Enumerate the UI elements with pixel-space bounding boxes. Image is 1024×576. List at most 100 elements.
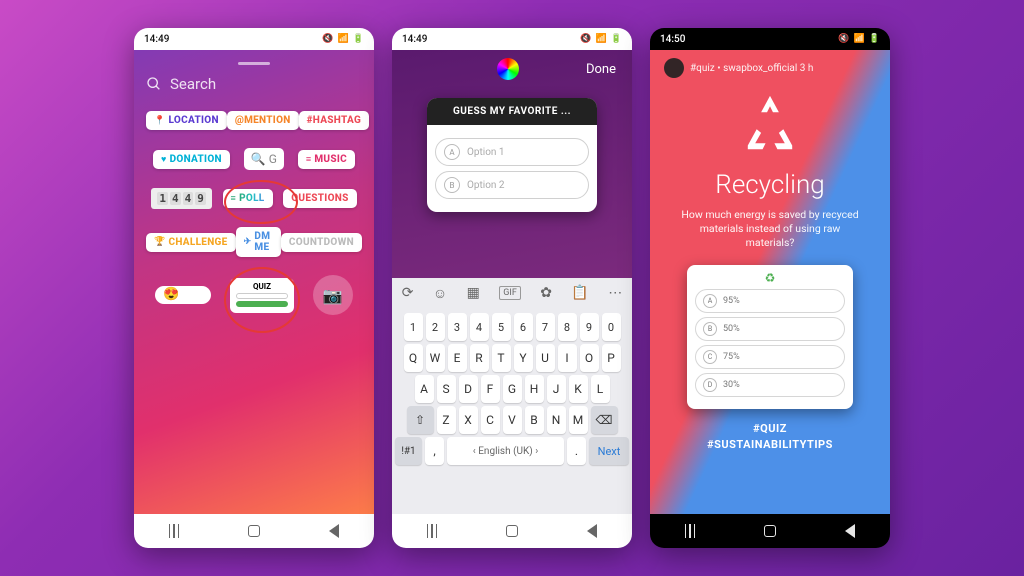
nav-back[interactable] — [845, 524, 855, 538]
key-w[interactable]: W — [426, 344, 445, 372]
key-symbols[interactable]: !#1 — [395, 437, 422, 465]
key-y[interactable]: Y — [514, 344, 533, 372]
key-5[interactable]: 5 — [492, 313, 511, 341]
key-a[interactable]: A — [415, 375, 434, 403]
key-3[interactable]: 3 — [448, 313, 467, 341]
key-p[interactable]: P — [602, 344, 621, 372]
status-bar: 14:49 🔇 📶 🔋 — [134, 28, 374, 50]
key-q[interactable]: Q — [404, 344, 423, 372]
key-c[interactable]: C — [481, 406, 500, 434]
search-input[interactable]: Search — [146, 75, 362, 93]
sticker-questions[interactable]: QUESTIONS — [283, 189, 356, 208]
sticker-gif[interactable]: 🔍 G — [244, 148, 284, 170]
key-l[interactable]: L — [591, 375, 610, 403]
sticker-poll[interactable]: ≡ POLL — [223, 189, 273, 208]
sticker-time[interactable]: 1 4 4 9 — [151, 188, 212, 209]
predict-icon[interactable]: ⟳ — [402, 285, 414, 301]
key-4[interactable]: 4 — [470, 313, 489, 341]
status-icons: 🔇 📶 🔋 — [322, 34, 364, 44]
sticker-countdown[interactable]: COUNTDOWN — [281, 233, 362, 252]
sticker-location[interactable]: 📍 LOCATION — [146, 111, 227, 130]
key-shift[interactable]: ⇧ — [407, 406, 434, 434]
key-6[interactable]: 6 — [514, 313, 533, 341]
quiz-widget[interactable]: GUESS MY FAVORITE ... A Option 1 B Optio… — [427, 98, 597, 212]
story-canvas[interactable]: Done GUESS MY FAVORITE ... A Option 1 B … — [392, 50, 632, 278]
key-8[interactable]: 8 — [558, 313, 577, 341]
nav-home[interactable] — [506, 525, 518, 537]
nav-home[interactable] — [248, 525, 260, 537]
done-button[interactable]: Done — [586, 62, 616, 77]
key-j[interactable]: J — [547, 375, 566, 403]
quiz-answer-b[interactable]: B50% — [695, 317, 845, 341]
color-picker[interactable] — [497, 58, 519, 80]
key-space[interactable]: ‹ English (UK) › — [447, 437, 564, 465]
key-z[interactable]: Z — [437, 406, 456, 434]
camera-button[interactable]: 📷 — [313, 275, 353, 315]
key-2[interactable]: 2 — [426, 313, 445, 341]
avatar[interactable] — [664, 58, 684, 78]
key-backspace[interactable]: ⌫ — [591, 406, 618, 434]
nav-recents[interactable] — [685, 524, 696, 538]
location-icon: 📍 — [154, 116, 166, 126]
key-h[interactable]: H — [525, 375, 544, 403]
sticker-quiz[interactable]: QUIZ — [230, 278, 294, 313]
key-n[interactable]: N — [547, 406, 566, 434]
phone-quiz-editor: 14:49 🔇 📶 🔋 Done GUESS MY FAVORITE ... A… — [392, 28, 632, 548]
nav-recents[interactable] — [427, 524, 438, 538]
trophy-icon: 🏆 — [154, 237, 166, 247]
key-9[interactable]: 9 — [580, 313, 599, 341]
key-e[interactable]: E — [448, 344, 467, 372]
key-7[interactable]: 7 — [536, 313, 555, 341]
sticker-picker-icon[interactable]: ▦ — [467, 285, 480, 301]
sticker-hashtag[interactable]: #HASHTAG — [299, 111, 369, 130]
nav-recents[interactable] — [169, 524, 180, 538]
sticker-challenge[interactable]: 🏆 CHALLENGE — [146, 233, 236, 252]
story-header[interactable]: #quiz • swapbox_official 3 h — [664, 58, 876, 78]
status-icons: 🔇 📶 🔋 — [838, 34, 880, 44]
nav-back[interactable] — [587, 524, 597, 538]
drag-handle[interactable] — [238, 62, 270, 65]
settings-icon[interactable]: ✿ — [540, 285, 552, 301]
key-x[interactable]: X — [459, 406, 478, 434]
key-o[interactable]: O — [580, 344, 599, 372]
key-next[interactable]: Next — [589, 437, 629, 465]
gif-picker-icon[interactable]: GIF — [499, 286, 521, 300]
quiz-answer-d[interactable]: D30% — [695, 373, 845, 397]
key-r[interactable]: R — [470, 344, 489, 372]
key-0[interactable]: 0 — [602, 313, 621, 341]
clock: 14:49 — [402, 34, 427, 45]
sticker-mention[interactable]: @MENTION — [227, 111, 299, 130]
key-period[interactable]: . — [567, 437, 586, 465]
quiz-question-input[interactable]: GUESS MY FAVORITE ... — [427, 98, 597, 125]
key-b[interactable]: B — [525, 406, 544, 434]
sticker-donation[interactable]: ♥ DONATION — [153, 150, 230, 169]
quiz-option-b[interactable]: B Option 2 — [435, 171, 589, 199]
story-hashtags[interactable]: #QUIZ #SUSTAINABILITYTIPS — [707, 421, 833, 454]
key-k[interactable]: K — [569, 375, 588, 403]
key-d[interactable]: D — [459, 375, 478, 403]
key-u[interactable]: U — [536, 344, 555, 372]
quiz-option-a[interactable]: A Option 1 — [435, 138, 589, 166]
sticker-dmme[interactable]: ✈ DM ME — [236, 227, 281, 257]
story-view[interactable]: #quiz • swapbox_official 3 h Recycling H… — [650, 50, 890, 514]
battery-icon: 🔋 — [869, 34, 880, 44]
quiz-answer-c[interactable]: C75% — [695, 345, 845, 369]
nav-home[interactable] — [764, 525, 776, 537]
key-g[interactable]: G — [503, 375, 522, 403]
clock: 14:50 — [660, 34, 685, 45]
key-m[interactable]: M — [569, 406, 588, 434]
key-1[interactable]: 1 — [404, 313, 423, 341]
sticker-music[interactable]: ≡ MUSIC — [298, 150, 355, 169]
key-comma[interactable]: , — [425, 437, 444, 465]
key-s[interactable]: S — [437, 375, 456, 403]
quiz-answer-a[interactable]: A95% — [695, 289, 845, 313]
clipboard-icon[interactable]: 📋 — [571, 285, 588, 301]
key-f[interactable]: F — [481, 375, 500, 403]
sticker-emoji-slider[interactable] — [155, 286, 211, 304]
emoji-picker-icon[interactable]: ☺ — [433, 285, 447, 302]
nav-back[interactable] — [329, 524, 339, 538]
key-i[interactable]: I — [558, 344, 577, 372]
keyboard-more-icon[interactable]: ⋯ — [608, 285, 622, 301]
key-t[interactable]: T — [492, 344, 511, 372]
key-v[interactable]: V — [503, 406, 522, 434]
